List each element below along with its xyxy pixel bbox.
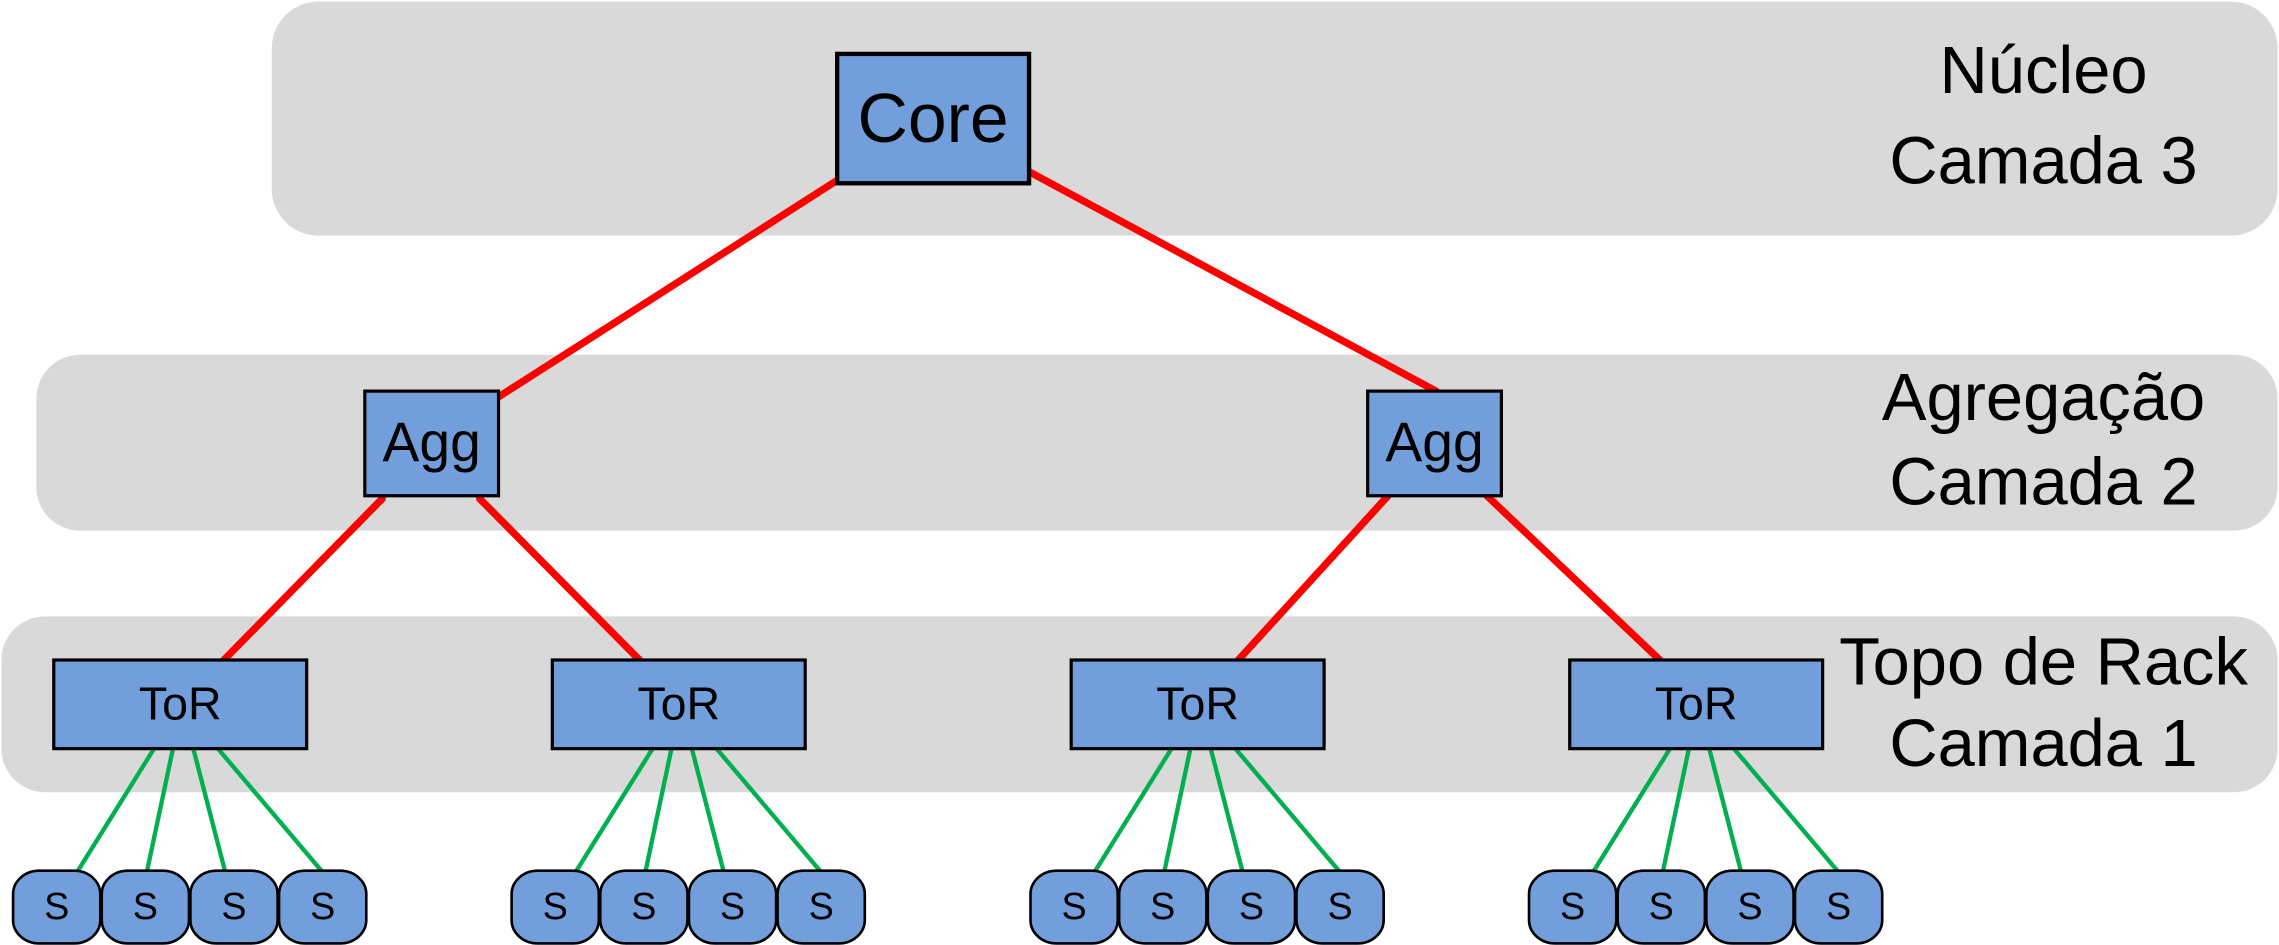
aggregation-switch[interactable]: Agg xyxy=(1366,389,1504,498)
server[interactable]: S xyxy=(100,869,191,945)
server-label: S xyxy=(310,886,335,928)
tor-switch[interactable]: ToR xyxy=(1568,658,1825,751)
tor-switch[interactable]: ToR xyxy=(550,658,807,751)
layer-label-core-level: Camada 3 xyxy=(1889,123,2197,198)
server[interactable]: S xyxy=(1206,869,1297,945)
server[interactable]: S xyxy=(1705,869,1795,945)
tor-switch[interactable]: ToR xyxy=(52,658,309,751)
server-label: S xyxy=(1560,886,1585,928)
server-label: S xyxy=(720,886,745,928)
core-switch[interactable]: Core xyxy=(835,51,1032,186)
datacenter-tree-diagram: Núcleo Camada 3 Agregação Camada 2 Topo … xyxy=(1,1,2278,945)
layer-label-aggregation-name: Agregação xyxy=(1882,360,2205,435)
server[interactable]: S xyxy=(776,869,867,945)
server[interactable]: S xyxy=(1527,869,1618,945)
server-label: S xyxy=(44,886,69,928)
server[interactable]: S xyxy=(1616,869,1707,945)
server[interactable]: S xyxy=(1117,869,1208,945)
aggregation-switch-label: Agg xyxy=(383,411,481,473)
server[interactable]: S xyxy=(1029,869,1120,945)
layer-label-tor-name: Topo de Rack xyxy=(1839,625,2248,700)
server[interactable]: S xyxy=(189,869,279,945)
aggregation-switch[interactable]: Agg xyxy=(363,389,501,498)
tor-switch-label: ToR xyxy=(637,678,720,730)
server-label: S xyxy=(1150,886,1175,928)
server-label: S xyxy=(1239,886,1264,928)
server-label: S xyxy=(1327,886,1352,928)
server[interactable]: S xyxy=(687,869,778,945)
layer-label-core-name: Núcleo xyxy=(1940,33,2148,108)
server[interactable]: S xyxy=(1295,869,1385,945)
server-label: S xyxy=(543,886,568,928)
server[interactable]: S xyxy=(277,869,368,945)
server-label: S xyxy=(1649,886,1674,928)
aggregation-switch-label: Agg xyxy=(1385,411,1483,473)
server-label: S xyxy=(1061,886,1086,928)
server[interactable]: S xyxy=(11,869,102,945)
servers: SSSSSSSSSSSSSSSS xyxy=(11,869,1884,945)
tor-switch[interactable]: ToR xyxy=(1069,658,1326,751)
server-label: S xyxy=(631,886,656,928)
server[interactable]: S xyxy=(598,869,689,945)
server-label: S xyxy=(221,886,246,928)
server-label: S xyxy=(1737,886,1762,928)
server[interactable]: S xyxy=(1793,869,1884,945)
server-label: S xyxy=(1826,886,1851,928)
server-label: S xyxy=(133,886,158,928)
layer-label-tor-level: Camada 1 xyxy=(1889,706,2197,781)
tor-switch-label: ToR xyxy=(1655,678,1738,730)
server[interactable]: S xyxy=(510,869,601,945)
layer-label-aggregation-level: Camada 2 xyxy=(1889,444,2197,519)
tor-switch-label: ToR xyxy=(1156,678,1239,730)
core-switch-label: Core xyxy=(858,79,1009,157)
server-label: S xyxy=(809,886,834,928)
tor-switch-label: ToR xyxy=(139,678,222,730)
